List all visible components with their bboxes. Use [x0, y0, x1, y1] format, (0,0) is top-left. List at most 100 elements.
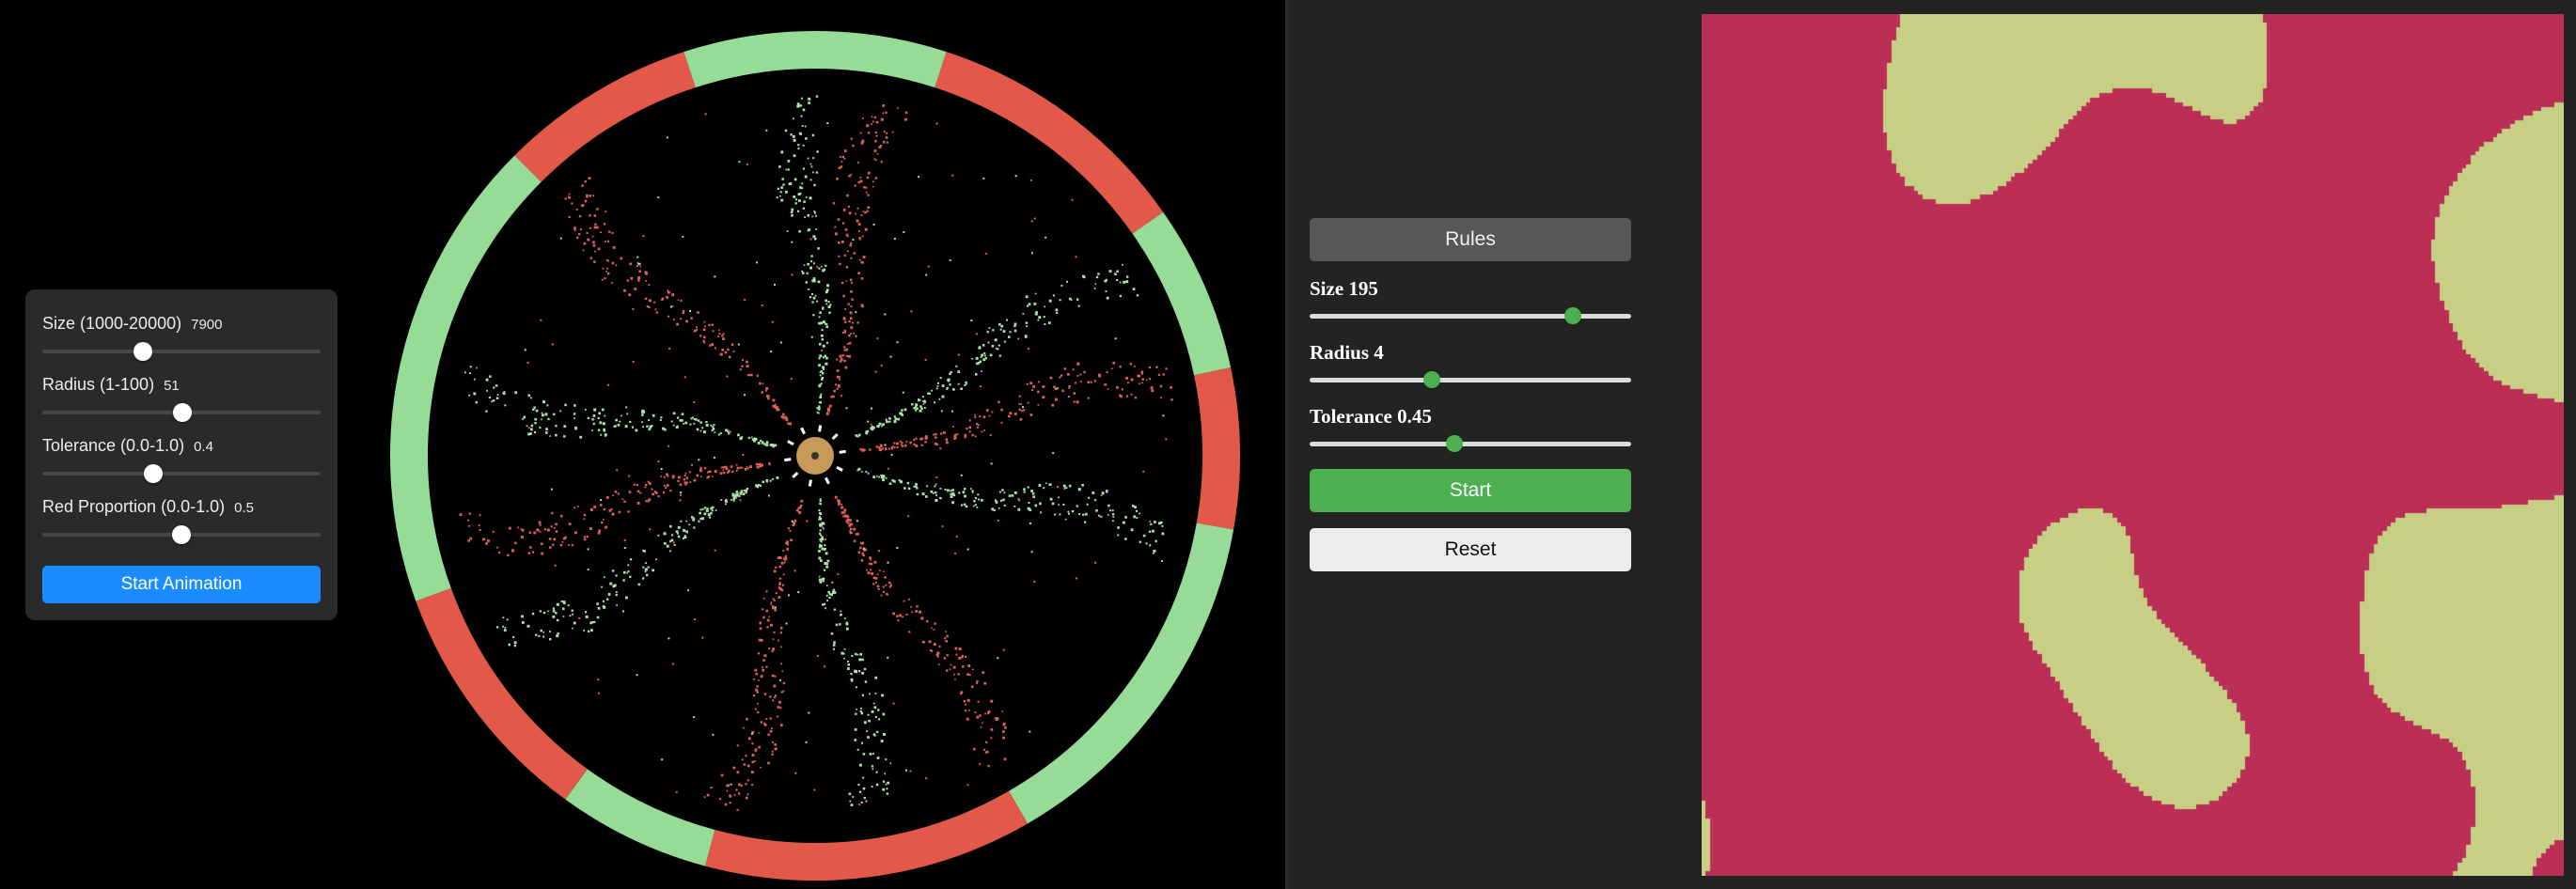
agent-dot — [736, 744, 739, 747]
agent-dot — [857, 784, 860, 787]
agent-dot — [938, 398, 941, 400]
agent-dot — [934, 442, 937, 445]
agent-dot — [873, 158, 876, 160]
agent-dot — [644, 297, 648, 300]
agent-dot — [573, 507, 576, 509]
slider-thumb[interactable] — [172, 525, 191, 544]
agent-dot — [1137, 294, 1139, 297]
agent-dot — [1062, 484, 1066, 488]
agent-dot — [766, 396, 769, 398]
agent-dot — [478, 524, 480, 526]
agent-dot — [886, 593, 888, 596]
agent-dot — [495, 397, 499, 399]
agent-dot — [862, 753, 866, 756]
agent-dot — [1026, 382, 1029, 385]
slider-thumb[interactable] — [144, 464, 164, 483]
agent-dot — [502, 625, 505, 628]
red-proportion-slider[interactable] — [42, 525, 321, 544]
agent-dot — [629, 420, 632, 424]
grid-size-slider[interactable] — [1310, 306, 1631, 325]
agent-dot — [568, 215, 571, 219]
slider-thumb[interactable] — [173, 403, 193, 422]
agent-dot — [875, 445, 878, 448]
agent-dot — [819, 532, 822, 535]
agent-dot — [820, 534, 823, 537]
agent-dot — [738, 433, 740, 436]
slider-thumb[interactable] — [134, 342, 153, 361]
agent-dot — [559, 543, 563, 547]
agent-dot — [951, 489, 954, 491]
agent-dot — [909, 441, 912, 444]
agent-dot — [631, 426, 634, 429]
agent-dot — [479, 514, 481, 517]
agent-dot — [811, 133, 815, 137]
agent-dot — [975, 333, 978, 335]
agent-dot — [871, 572, 873, 575]
agent-dot — [671, 293, 675, 297]
agent-dot — [852, 239, 855, 242]
agent-dot — [762, 616, 765, 619]
slider-thumb[interactable] — [1445, 435, 1463, 452]
agent-dot — [1031, 492, 1035, 495]
slider-thumb[interactable] — [1564, 307, 1582, 324]
agent-dot — [1126, 275, 1129, 278]
agent-dot — [870, 569, 872, 571]
grid-tolerance-slider[interactable] — [1310, 434, 1631, 453]
agent-dot — [887, 656, 889, 659]
agent-dot — [561, 540, 564, 543]
grid-radius-slider[interactable] — [1310, 370, 1631, 389]
agent-dot — [1062, 503, 1065, 506]
agent-dot — [857, 551, 860, 554]
agent-dot — [866, 176, 870, 179]
agent-dot — [1029, 508, 1032, 511]
agent-dot — [1054, 398, 1058, 401]
agent-dot — [839, 155, 841, 158]
agent-dot — [693, 618, 696, 620]
agent-dot — [596, 208, 599, 211]
ring-segment — [1008, 522, 1234, 824]
agent-dot — [815, 228, 818, 230]
agent-dot — [765, 444, 769, 447]
agent-dot — [858, 237, 861, 240]
agent-dot — [685, 520, 687, 522]
agent-dot — [648, 419, 651, 421]
agent-dot — [989, 434, 992, 437]
agent-dot — [843, 508, 847, 512]
agent-dot — [837, 384, 840, 387]
agent-dot — [1094, 283, 1097, 285]
agent-dot — [971, 490, 974, 492]
agent-dot — [858, 658, 862, 662]
agent-dot — [954, 678, 956, 680]
agent-dot — [765, 718, 768, 720]
agent-dot — [683, 536, 687, 539]
agent-dot — [873, 560, 877, 564]
agent-dot — [916, 487, 919, 490]
agent-dot — [968, 426, 971, 429]
agent-dot — [617, 492, 620, 495]
tolerance-slider[interactable] — [42, 464, 321, 483]
size-slider[interactable] — [42, 342, 321, 361]
agent-dot — [619, 420, 621, 423]
agent-dot — [809, 196, 812, 200]
agent-dot — [990, 728, 994, 731]
slider-thumb[interactable] — [1422, 371, 1440, 388]
agent-dot — [871, 710, 874, 713]
agent-dot — [486, 390, 488, 392]
segregation-grid[interactable] — [1702, 14, 2564, 876]
radius-slider[interactable] — [42, 403, 321, 422]
agent-dot — [1133, 515, 1137, 519]
agent-dot — [535, 409, 539, 413]
agent-dot — [834, 495, 838, 499]
agent-dot — [751, 438, 755, 441]
agent-dot — [1079, 373, 1082, 376]
start-animation-button[interactable]: Start Animation — [42, 566, 321, 603]
agent-dot — [767, 761, 770, 765]
agent-dot — [722, 333, 725, 335]
start-button[interactable]: Start — [1310, 469, 1631, 512]
agent-dot — [856, 748, 859, 751]
agent-dot — [503, 629, 507, 632]
agent-dot — [708, 323, 711, 327]
rules-button[interactable]: Rules — [1310, 218, 1631, 261]
agent-dot — [872, 180, 874, 183]
reset-button[interactable]: Reset — [1310, 528, 1631, 571]
